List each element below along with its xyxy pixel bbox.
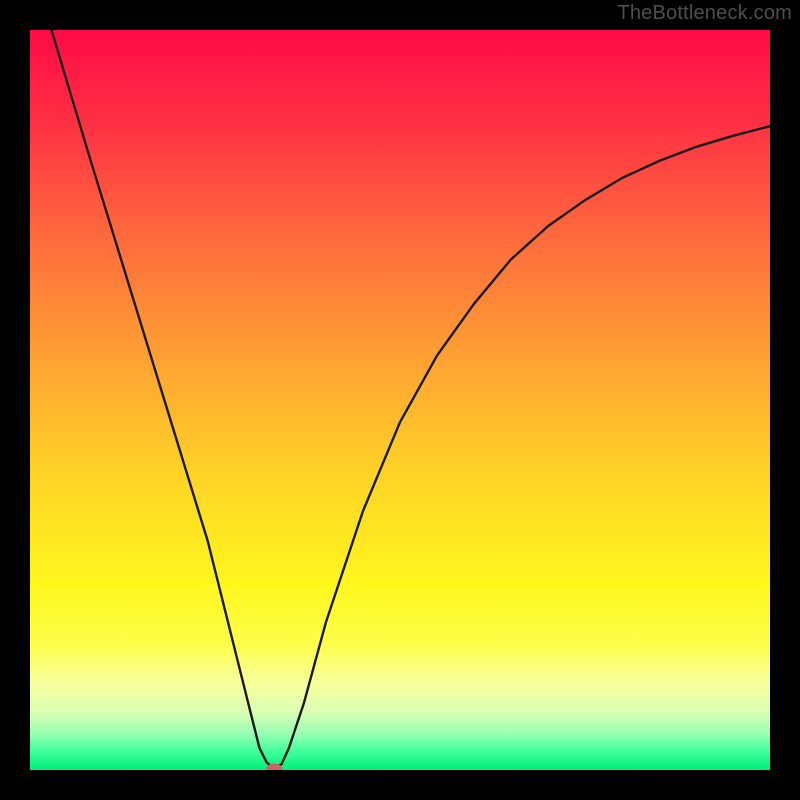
plot-area [30, 30, 770, 770]
watermark-text: TheBottleneck.com [617, 2, 792, 25]
gradient-rect [30, 30, 770, 770]
chart-svg [30, 30, 770, 770]
chart-frame: TheBottleneck.com [0, 0, 800, 800]
